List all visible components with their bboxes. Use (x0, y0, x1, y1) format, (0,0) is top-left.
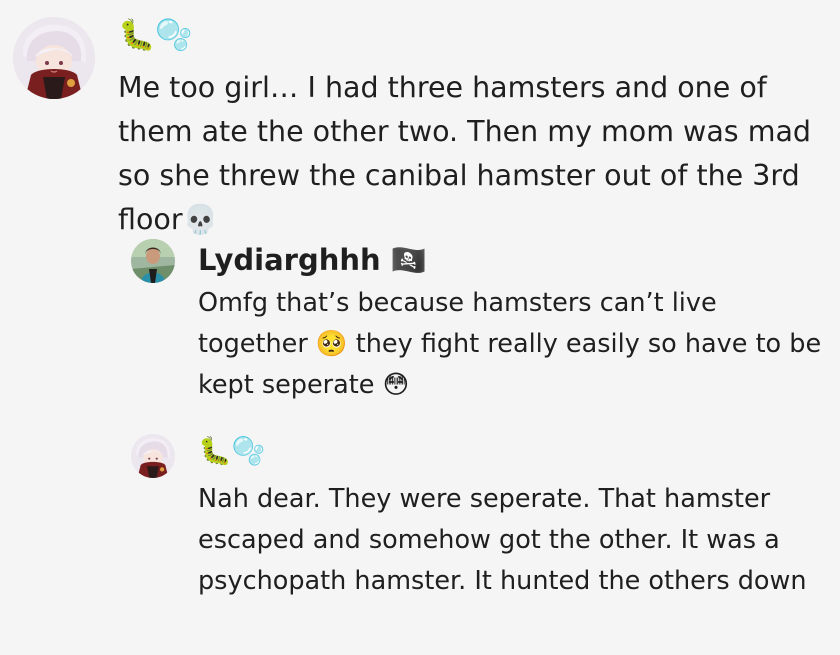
comment-username[interactable]: 🐛🫧 (118, 16, 193, 56)
person-photo-avatar-icon (131, 239, 175, 283)
reply-username[interactable]: 🐛🫧 (198, 432, 265, 472)
anime-character-avatar-icon (13, 17, 95, 99)
anime-character-avatar-icon (131, 434, 175, 478)
avatar[interactable] (131, 239, 175, 283)
username-text: 🐛🫧 (118, 18, 193, 53)
comment-text: Me too girl… I had three hamsters and on… (118, 71, 812, 236)
reply-text: Omfg that’s because hamsters can’t live … (198, 288, 822, 400)
comment-thread: 🐛🫧 Me too girl… I had three hamsters and… (0, 0, 840, 655)
reply-username[interactable]: Lydiarghhh 🏴‍☠️ (198, 240, 427, 280)
username-text: 🐛🫧 (198, 436, 266, 467)
avatar[interactable] (13, 17, 95, 99)
avatar[interactable] (131, 434, 175, 478)
reply-text: Nah dear. They were seperate. That hamst… (198, 484, 807, 596)
